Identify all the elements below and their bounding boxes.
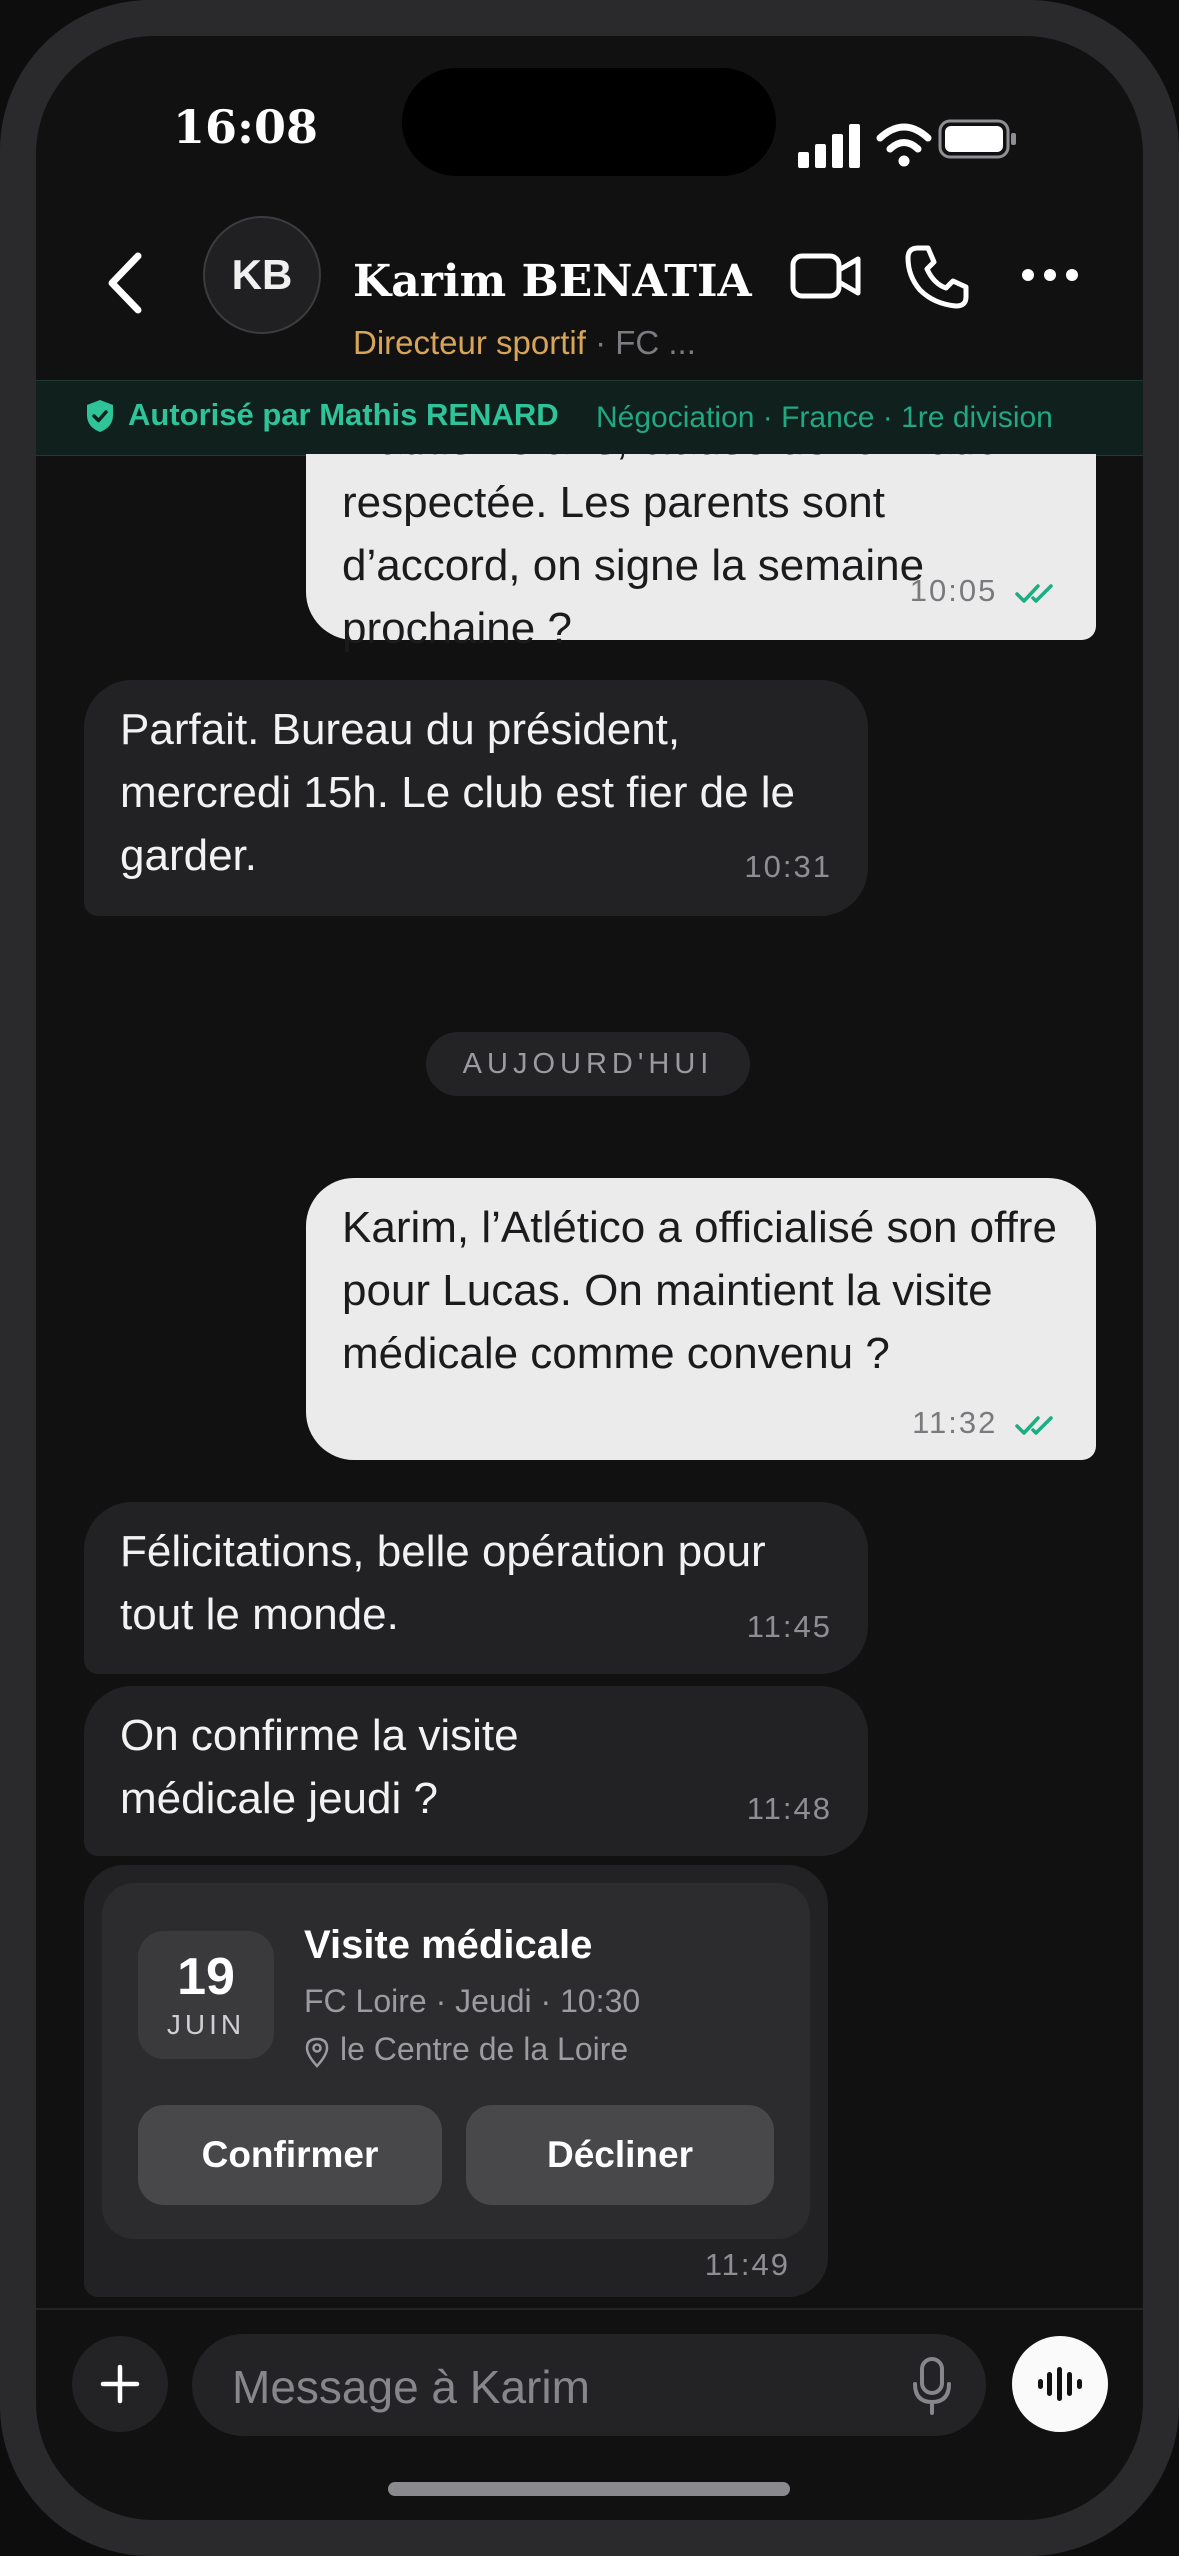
- message-text: On confirme la visite médicale jeudi ?: [120, 1711, 519, 1823]
- event-month: JUIN: [166, 2009, 246, 2040]
- authorization-banner: Autorisé par Mathis RENARD Négociation ·…: [36, 380, 1143, 456]
- event-place: le Centre de la Loire: [340, 2031, 629, 2067]
- message-meta: 11:32: [912, 1391, 1060, 1454]
- event-location: le Centre de la Loire: [304, 2031, 628, 2068]
- microphone-icon[interactable]: [912, 2356, 952, 2416]
- contact-club: · FC ...: [585, 324, 696, 361]
- plus-icon: [100, 2364, 140, 2404]
- home-indicator: [388, 2482, 790, 2496]
- message-time: 11:32: [912, 1405, 998, 1440]
- message-list[interactable]: Mathis : 3 ans, clause de formation resp…: [36, 454, 1143, 2308]
- authorized-by-label: Autorisé par Mathis RENARD: [128, 397, 559, 432]
- message-input[interactable]: Message à Karim: [192, 2334, 986, 2436]
- message-outgoing[interactable]: Karim, l’Atlético a officialisé son offr…: [306, 1178, 1096, 1460]
- message-input-placeholder: Message à Karim: [232, 2361, 590, 2413]
- divider: [36, 2308, 1143, 2310]
- event-message: 19 JUIN Visite médicale FC Loire · Jeudi…: [84, 1865, 828, 2297]
- cellular-signal-icon: [798, 124, 860, 168]
- avatar[interactable]: KB: [203, 216, 321, 334]
- screen: 16:08 KB Karim BENATIA Directeur sportif…: [36, 36, 1143, 2520]
- contact-name[interactable]: Karim BENATIA: [353, 256, 752, 307]
- message-incoming[interactable]: On confirme la visite médicale jeudi ? 1…: [84, 1686, 868, 1856]
- event-info: FC Loire · Jeudi · 10:30: [304, 1983, 641, 2019]
- attach-button[interactable]: [72, 2336, 168, 2432]
- message-time: 10:05: [909, 573, 998, 608]
- negotiation-context: Négociation · France · 1re division: [596, 401, 1053, 434]
- dynamic-island: [402, 68, 776, 176]
- message-time: 11:49: [704, 2247, 790, 2282]
- read-ticks-icon: [1015, 1416, 1053, 1435]
- location-pin-icon: [305, 2037, 329, 2068]
- message-text: Mathis : 3 ans, clause de formation resp…: [342, 454, 1024, 653]
- event-day: 19: [177, 1948, 235, 2006]
- decline-button[interactable]: Décliner: [466, 2105, 774, 2205]
- video-call-icon[interactable]: [790, 250, 862, 302]
- message-text: Karim, l’Atlético a officialisé son offr…: [342, 1203, 1057, 1378]
- status-time: 16:08: [173, 100, 319, 154]
- read-ticks-icon: [1015, 584, 1053, 603]
- confirm-button[interactable]: Confirmer: [138, 2105, 442, 2205]
- phone-frame: 16:08 KB Karim BENATIA Directeur sportif…: [0, 0, 1179, 2556]
- message-time: 10:31: [744, 849, 832, 884]
- wifi-icon: [876, 123, 932, 167]
- voice-wave-icon: [1038, 2367, 1082, 2401]
- back-chevron-icon[interactable]: [102, 248, 152, 318]
- contact-subtitle: Directeur sportif · FC ...: [353, 324, 696, 362]
- message-incoming[interactable]: Félicitations, belle opération pour tout…: [84, 1502, 868, 1674]
- more-icon[interactable]: [1020, 264, 1080, 286]
- message-time: 11:48: [746, 1791, 832, 1826]
- message-time: 11:45: [746, 1609, 832, 1644]
- message-meta: 10:05: [910, 559, 1060, 622]
- day-separator: AUJOURD'HUI: [426, 1032, 750, 1096]
- message-text: Félicitations, belle opération pour tout…: [120, 1527, 766, 1639]
- shield-check-icon: [87, 400, 113, 432]
- voice-message-button[interactable]: [1012, 2336, 1108, 2432]
- message-text: Parfait. Bureau du président, mercredi 1…: [120, 705, 796, 880]
- phone-icon[interactable]: [904, 244, 970, 310]
- event-card[interactable]: 19 JUIN Visite médicale FC Loire · Jeudi…: [102, 1883, 810, 2239]
- contact-role: Directeur sportif: [353, 324, 586, 361]
- event-title: Visite médicale: [304, 1923, 593, 1967]
- battery-icon: [938, 119, 1016, 159]
- event-date: 19 JUIN: [138, 1931, 274, 2059]
- message-outgoing[interactable]: Mathis : 3 ans, clause de formation resp…: [306, 454, 1096, 653]
- message-incoming[interactable]: Parfait. Bureau du président, mercredi 1…: [84, 680, 868, 916]
